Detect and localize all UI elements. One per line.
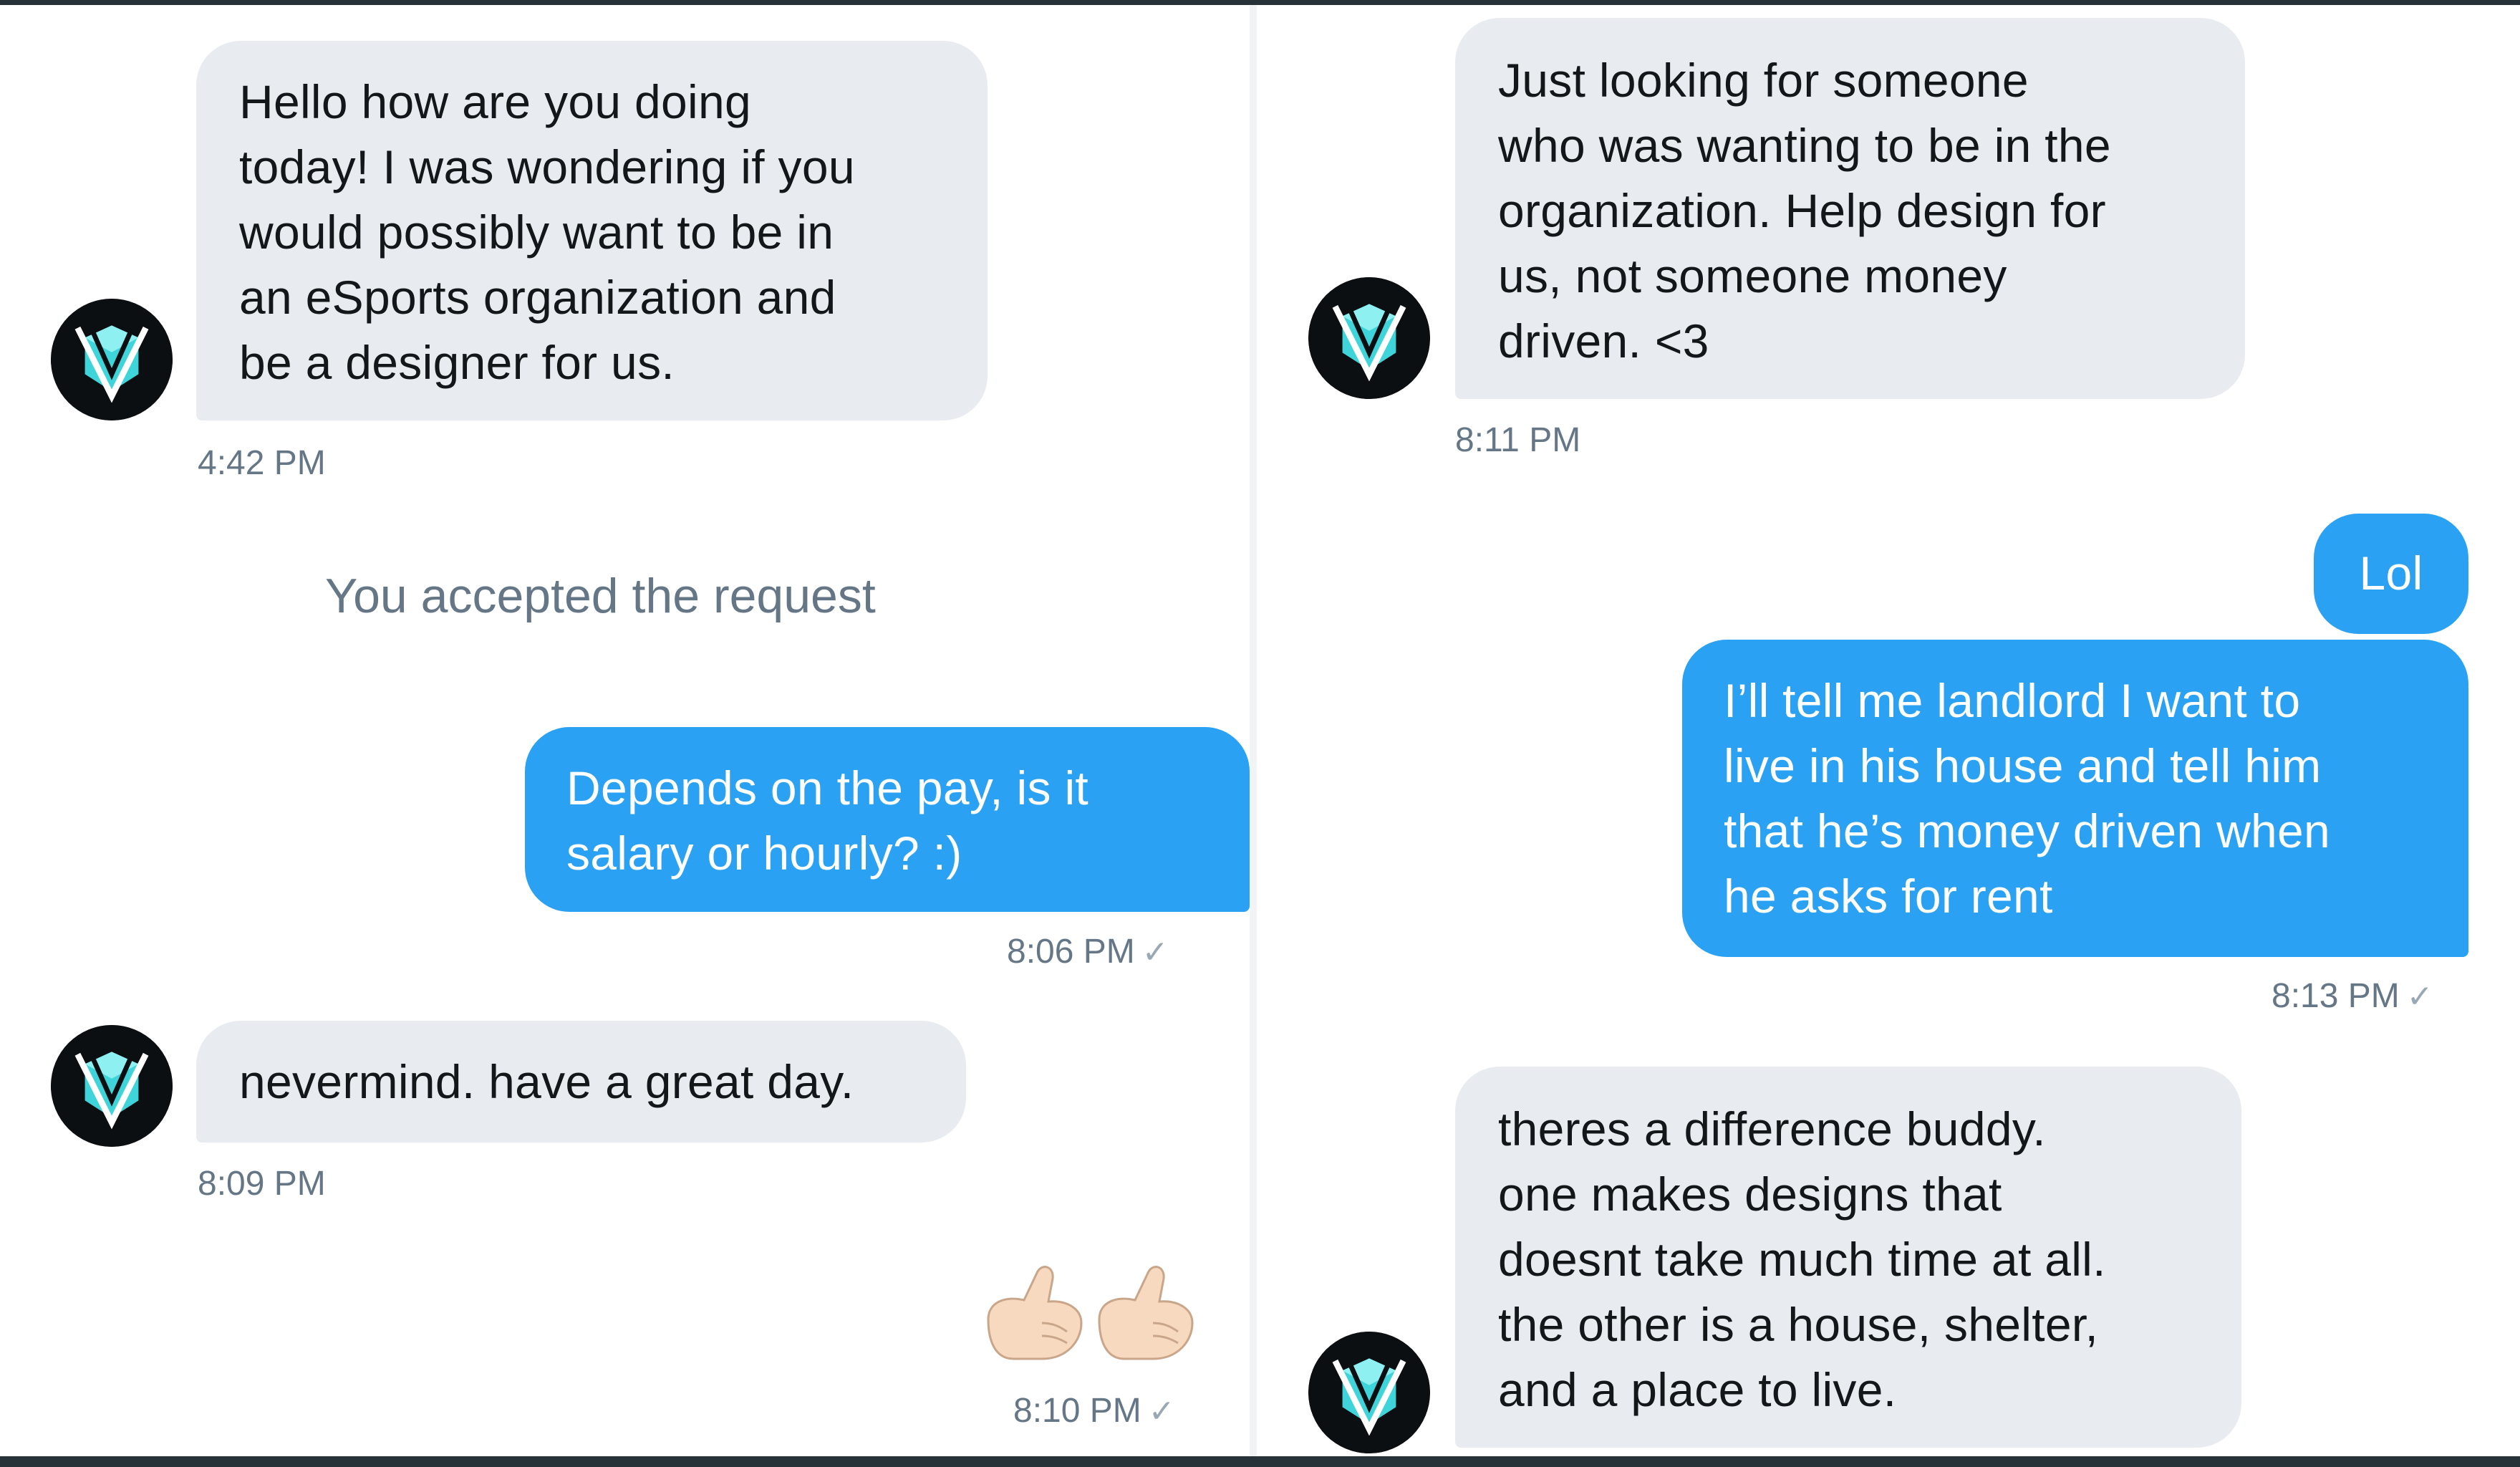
message-timestamp: 8:06 PM ✓ <box>1007 930 1169 974</box>
message-line: one makes designs that <box>1498 1168 2002 1221</box>
message-timestamp: 8:09 PM <box>198 1165 326 1203</box>
message-line: salary or hourly? :) <box>566 827 962 880</box>
incoming-message-bubble[interactable]: Hello how are you doing today! I was won… <box>196 41 988 420</box>
message-line: he asks for rent <box>1724 870 2053 923</box>
message-timestamp: 8:10 PM ✓ <box>1013 1390 1175 1433</box>
panel-divider <box>1250 5 1257 1456</box>
message-line: Hello how are you doing <box>239 75 752 128</box>
sender-avatar[interactable] <box>51 299 173 420</box>
message-line: us, not someone money <box>1498 249 2007 302</box>
message-line: driven. <3 <box>1498 314 1709 367</box>
message-line: the other is a house, shelter, <box>1498 1298 2099 1351</box>
team-logo-v-icon <box>1308 277 1430 399</box>
message-line: an eSports organization and <box>239 271 836 324</box>
sender-avatar[interactable] <box>51 1025 173 1147</box>
message-timestamp: 4:42 PM <box>198 444 326 482</box>
sender-avatar[interactable] <box>1308 1332 1430 1453</box>
checkmark-icon: ✓ <box>1141 935 1169 970</box>
outgoing-message-bubble[interactable]: Depends on the pay, is it salary or hour… <box>525 727 1250 912</box>
message-line: Lol <box>2359 547 2423 600</box>
message-line: and a place to live. <box>1498 1363 1897 1416</box>
message-line: be a designer for us. <box>239 336 675 389</box>
incoming-message-bubble[interactable]: nevermind. have a great day. <box>196 1021 966 1143</box>
message-timestamp: 8:13 PM ✓ <box>2272 975 2433 1019</box>
outgoing-message-bubble[interactable]: Lol <box>2314 514 2468 634</box>
message-line: I’ll tell me landlord I want to <box>1724 674 2301 727</box>
team-logo-v-icon <box>1308 1332 1430 1453</box>
message-line: theres a difference buddy. <box>1498 1102 2046 1155</box>
message-line: nevermind. have a great day. <box>239 1055 854 1108</box>
message-line: today! I was wondering if you <box>239 140 855 193</box>
message-line: organization. Help design for <box>1498 184 2106 237</box>
message-line: that he’s money driven when <box>1724 804 2331 857</box>
team-logo-v-icon <box>51 299 173 420</box>
call-me-hand-emoji[interactable] <box>974 1251 1210 1373</box>
message-line: would possibly want to be in <box>239 206 834 259</box>
checkmark-icon: ✓ <box>2406 979 2433 1014</box>
message-line: live in his house and tell him <box>1724 739 2322 792</box>
team-logo-v-icon <box>51 1025 173 1147</box>
message-line: who was wanting to be in the <box>1498 119 2111 172</box>
checkmark-icon: ✓ <box>1148 1394 1175 1429</box>
message-line: doesnt take much time at all. <box>1498 1233 2106 1286</box>
chat-panel-right: Just looking for someone who was wanting… <box>1257 5 2520 1456</box>
chat-panel-left: Hello how are you doing today! I was won… <box>0 5 1250 1456</box>
screenshot-canvas: Hello how are you doing today! I was won… <box>0 0 2520 1467</box>
sender-avatar[interactable] <box>1308 277 1430 399</box>
request-accepted-notice: You accepted the request <box>325 569 876 623</box>
incoming-message-bubble[interactable]: Just looking for someone who was wanting… <box>1455 18 2245 399</box>
incoming-message-bubble[interactable]: theres a difference buddy. one makes des… <box>1455 1067 2241 1448</box>
message-line: Just looking for someone <box>1498 54 2029 107</box>
outgoing-message-bubble[interactable]: I’ll tell me landlord I want to live in … <box>1682 640 2468 957</box>
message-line: Depends on the pay, is it <box>566 761 1089 814</box>
message-timestamp: 8:11 PM <box>1455 421 1581 459</box>
